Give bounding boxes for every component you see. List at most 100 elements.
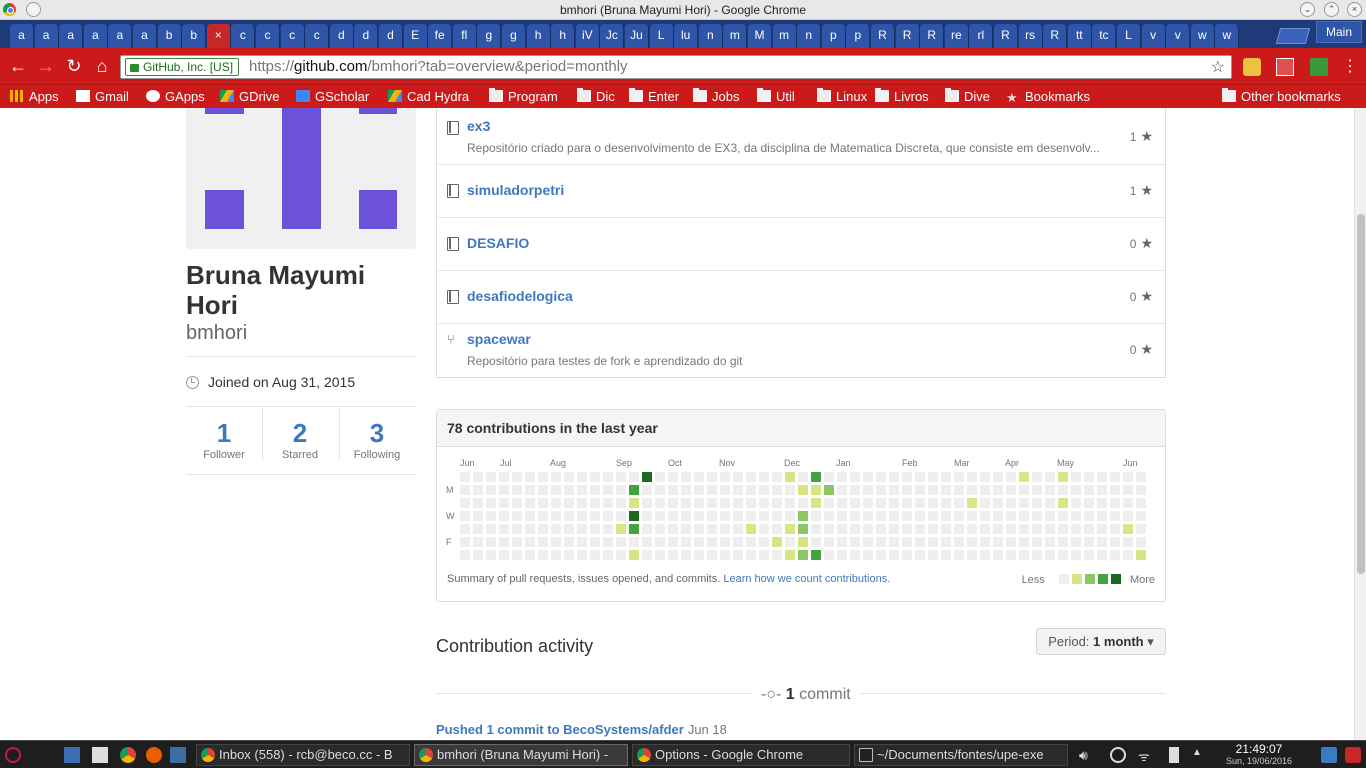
contribution-day-cell[interactable] [1084,485,1094,495]
bookmark-dive[interactable]: Dive [945,88,990,106]
contribution-day-cell[interactable] [993,498,1003,508]
contribution-day-cell[interactable] [980,498,990,508]
contribution-day-cell[interactable] [941,550,951,560]
contribution-day-cell[interactable] [941,498,951,508]
tray-arrow-icon[interactable]: ▲ [1192,747,1208,763]
contribution-day-cell[interactable] [681,472,691,482]
contribution-day-cell[interactable] [707,524,717,534]
contribution-day-cell[interactable] [811,524,821,534]
browser-tab[interactable]: p [846,24,871,48]
contribution-day-cell[interactable] [967,524,977,534]
contribution-day-cell[interactable] [889,472,899,482]
browser-tab[interactable]: v [1166,24,1191,48]
contribution-day-cell[interactable] [902,524,912,534]
browser-tab[interactable]: L [649,24,674,48]
contribution-day-cell[interactable] [811,498,821,508]
chrome-launcher-icon[interactable] [120,747,136,763]
contribution-day-cell[interactable] [486,550,496,560]
bookmark-program[interactable]: Program [489,88,558,106]
contribution-day-cell[interactable] [954,472,964,482]
contribution-day-cell[interactable] [707,550,717,560]
contribution-day-cell[interactable] [759,524,769,534]
browser-tab[interactable]: R [871,24,895,48]
contribution-day-cell[interactable] [1045,485,1055,495]
browser-tab[interactable]: h [526,24,551,48]
contribution-day-cell[interactable] [473,524,483,534]
contribution-day-cell[interactable] [1058,485,1068,495]
browser-tab[interactable]: rs [1018,24,1043,48]
contribution-day-cell[interactable] [733,485,743,495]
contribution-day-cell[interactable] [967,472,977,482]
contribution-day-cell[interactable] [1006,472,1016,482]
contribution-day-cell[interactable] [967,511,977,521]
battery-icon[interactable] [1169,747,1179,763]
contribution-day-cell[interactable] [538,524,548,534]
contribution-day-cell[interactable] [460,498,470,508]
contribution-day-cell[interactable] [1019,498,1029,508]
contribution-day-cell[interactable] [1110,524,1120,534]
contribution-day-cell[interactable] [681,524,691,534]
contribution-day-cell[interactable] [590,524,600,534]
contribution-day-cell[interactable] [1019,537,1029,547]
contribution-day-cell[interactable] [863,550,873,560]
contribution-day-cell[interactable] [1136,524,1146,534]
contribution-day-cell[interactable] [1110,472,1120,482]
period-dropdown[interactable]: Period: 1 month ▾ [1036,628,1166,655]
contribution-day-cell[interactable] [1097,498,1107,508]
contribution-day-cell[interactable] [577,485,587,495]
contribution-day-cell[interactable] [525,537,535,547]
contribution-day-cell[interactable] [577,537,587,547]
contribution-day-cell[interactable] [473,472,483,482]
contribution-day-cell[interactable] [746,485,756,495]
repo-name-link[interactable]: ex3 [467,118,490,134]
contribution-day-cell[interactable] [876,524,886,534]
contribution-day-cell[interactable] [473,498,483,508]
contribution-day-cell[interactable] [941,537,951,547]
contribution-day-cell[interactable] [759,550,769,560]
contribution-day-cell[interactable] [720,511,730,521]
minimize-button[interactable]: ⌄ [1300,2,1315,17]
bookmark-star-icon[interactable]: ☆ [1211,57,1225,77]
contribution-day-cell[interactable] [512,498,522,508]
contribution-day-cell[interactable] [824,537,834,547]
contribution-day-cell[interactable] [824,550,834,560]
contribution-day-cell[interactable] [564,524,574,534]
contribution-day-cell[interactable] [902,472,912,482]
learn-contributions-link[interactable]: Learn how we count contributions. [723,573,890,585]
contribution-day-cell[interactable] [889,537,899,547]
contribution-day-cell[interactable] [1110,498,1120,508]
contribution-day-cell[interactable] [512,511,522,521]
contribution-day-cell[interactable] [655,537,665,547]
contribution-day-cell[interactable] [1110,511,1120,521]
contribution-day-cell[interactable] [1071,537,1081,547]
repo-name-link[interactable]: DESAFIO [467,235,529,251]
close-window-button[interactable]: × [1347,2,1362,17]
contribution-day-cell[interactable] [681,485,691,495]
contribution-day-cell[interactable] [616,537,626,547]
contribution-day-cell[interactable] [863,472,873,482]
contribution-day-cell[interactable] [811,550,821,560]
contribution-day-cell[interactable] [616,511,626,521]
contribution-day-cell[interactable] [772,550,782,560]
bookmark-cad-hydra[interactable]: Cad Hydra [388,88,469,106]
contribution-day-cell[interactable] [772,485,782,495]
contribution-day-cell[interactable] [733,524,743,534]
contribution-day-cell[interactable] [1032,472,1042,482]
contribution-day-cell[interactable] [889,524,899,534]
browser-tab[interactable]: tc [1092,24,1117,48]
contribution-day-cell[interactable] [1032,498,1042,508]
contribution-day-cell[interactable] [1045,472,1055,482]
repo-stars[interactable]: 1 ★ [1130,128,1153,145]
contribution-day-cell[interactable] [512,472,522,482]
contribution-day-cell[interactable] [967,550,977,560]
contribution-day-cell[interactable] [707,485,717,495]
contribution-day-cell[interactable] [681,498,691,508]
contribution-day-cell[interactable] [473,550,483,560]
browser-tab[interactable]: w [1190,24,1215,48]
contribution-day-cell[interactable] [486,511,496,521]
contribution-day-cell[interactable] [798,498,808,508]
contribution-day-cell[interactable] [1071,550,1081,560]
contribution-day-cell[interactable] [1032,524,1042,534]
contribution-day-cell[interactable] [759,472,769,482]
bookmark-dic[interactable]: Dic [577,88,615,106]
